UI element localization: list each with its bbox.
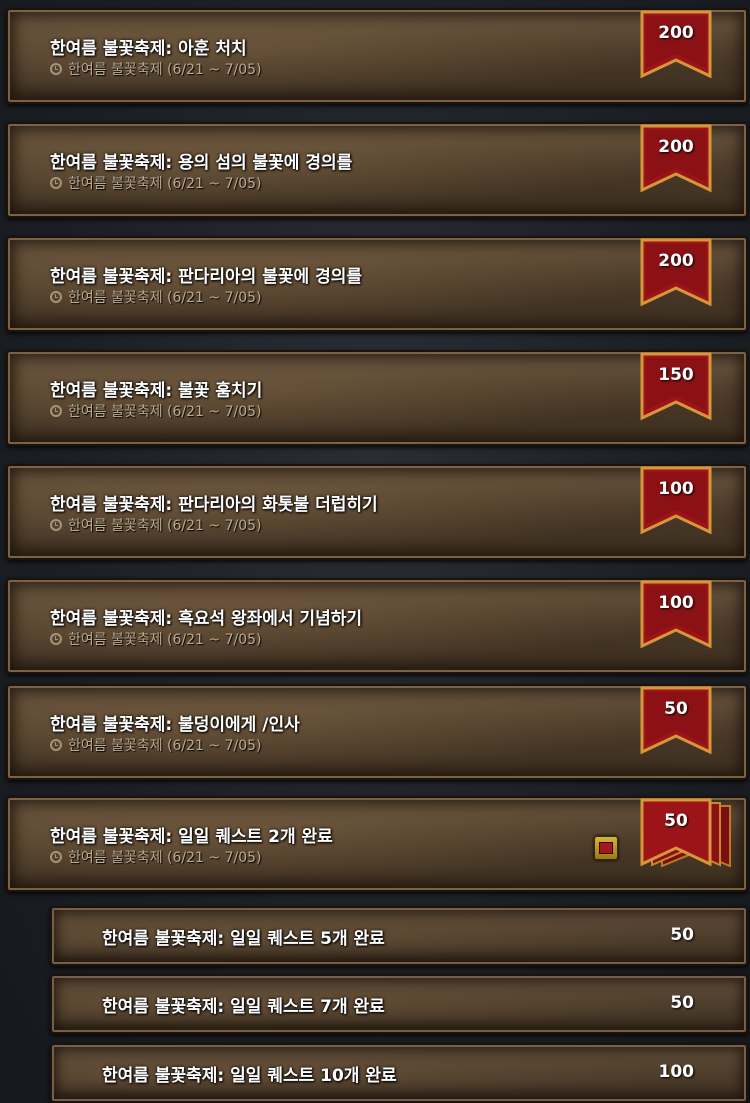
achievement-row[interactable]: 한여름 불꽃축제: 불덩이에게 /인사 한여름 불꽃축제 (6/21 ~ 7/0… [6,684,748,780]
achievement-row[interactable]: 한여름 불꽃축제: 불꽃 훔치기 한여름 불꽃축제 (6/21 ~ 7/05) … [6,350,748,446]
clock-icon [50,63,62,75]
clock-icon [50,739,62,751]
points-banner: 100 [636,578,716,650]
achievement-title: 한여름 불꽃축제: 불덩이에게 /인사 [50,715,300,735]
achievement-title: 한여름 불꽃축제: 아훈 처치 [50,39,247,59]
achievement-row[interactable]: 한여름 불꽃축제: 용의 섬의 불꽃에 경의를 한여름 불꽃축제 (6/21 ~… [6,122,748,218]
points-value: 200 [658,137,694,157]
achievement-row[interactable]: 한여름 불꽃축제: 판다리아의 화톳불 더럽히기 한여름 불꽃축제 (6/21 … [6,464,748,560]
banner-icon [640,466,712,535]
achievement-date: 한여름 불꽃축제 (6/21 ~ 7/05) [50,848,262,866]
points-value: 200 [658,23,694,43]
clock-icon [50,177,62,189]
achievement-date: 한여름 불꽃축제 (6/21 ~ 7/05) [50,630,262,648]
banner-icon [640,798,731,868]
sub-achievement-row[interactable]: 한여름 불꽃축제: 일일 퀘스트 7개 완료 50 [50,974,748,1034]
achievement-date-text: 한여름 불꽃축제 (6/21 ~ 7/05) [68,518,262,534]
achievement-date-text: 한여름 불꽃축제 (6/21 ~ 7/05) [68,404,262,420]
achievement-date: 한여름 불꽃축제 (6/21 ~ 7/05) [50,174,262,192]
points-value: 150 [658,365,694,385]
clock-icon [50,291,62,303]
banner-icon [640,10,712,79]
achievement-date-text: 한여름 불꽃축제 (6/21 ~ 7/05) [68,738,262,754]
achievement-date: 한여름 불꽃축제 (6/21 ~ 7/05) [50,736,262,754]
clock-icon [50,405,62,417]
achievement-date-text: 한여름 불꽃축제 (6/21 ~ 7/05) [68,632,262,648]
tracking-checkbox-icon[interactable] [594,836,618,860]
sub-achievement-points: 50 [670,925,694,945]
sub-achievement-row[interactable]: 한여름 불꽃축제: 일일 퀘스트 10개 완료 100 [50,1043,748,1103]
achievement-date: 한여름 불꽃축제 (6/21 ~ 7/05) [50,60,262,78]
sub-achievement-points: 50 [670,993,694,1013]
achievement-date: 한여름 불꽃축제 (6/21 ~ 7/05) [50,516,262,534]
achievement-row[interactable]: 한여름 불꽃축제: 판다리아의 불꽃에 경의를 한여름 불꽃축제 (6/21 ~… [6,236,748,332]
achievement-title: 한여름 불꽃축제: 판다리아의 화톳불 더럽히기 [50,495,378,515]
achievement-row[interactable]: 한여름 불꽃축제: 아훈 처치 한여름 불꽃축제 (6/21 ~ 7/05) 2… [6,8,748,104]
achievement-date-text: 한여름 불꽃축제 (6/21 ~ 7/05) [68,290,262,306]
points-banner: 200 [636,122,716,194]
sub-achievement-title: 한여름 불꽃축제: 일일 퀘스트 10개 완료 [102,1066,397,1086]
points-value: 50 [664,699,688,719]
achievement-date: 한여름 불꽃축제 (6/21 ~ 7/05) [50,288,262,306]
points-value: 200 [658,251,694,271]
achievement-row-expanded[interactable]: 한여름 불꽃축제: 일일 퀘스트 2개 완료 한여름 불꽃축제 (6/21 ~ … [6,796,748,892]
sub-achievement-title: 한여름 불꽃축제: 일일 퀘스트 7개 완료 [102,997,385,1017]
banner-icon [640,352,712,421]
points-banner: 100 [636,464,716,536]
points-value: 100 [658,593,694,613]
points-value: 50 [664,811,688,831]
achievement-date-text: 한여름 불꽃축제 (6/21 ~ 7/05) [68,850,262,866]
achievement-title: 한여름 불꽃축제: 용의 섬의 불꽃에 경의를 [50,153,353,173]
achievement-date-text: 한여름 불꽃축제 (6/21 ~ 7/05) [68,62,262,78]
points-banner-stacked: 50 [636,796,731,868]
achievement-title: 한여름 불꽃축제: 불꽃 훔치기 [50,381,263,401]
banner-icon [640,580,712,649]
sub-achievement-row[interactable]: 한여름 불꽃축제: 일일 퀘스트 5개 완료 50 [50,906,748,966]
sub-achievement-title: 한여름 불꽃축제: 일일 퀘스트 5개 완료 [102,929,385,949]
sub-achievement-points: 100 [658,1062,695,1082]
achievement-title: 한여름 불꽃축제: 흑요석 왕좌에서 기념하기 [50,609,362,629]
banner-icon [640,238,712,307]
achievement-date-text: 한여름 불꽃축제 (6/21 ~ 7/05) [68,176,262,192]
clock-icon [50,633,62,645]
points-banner: 200 [636,8,716,80]
clock-icon [50,519,62,531]
achievement-date: 한여름 불꽃축제 (6/21 ~ 7/05) [50,402,262,420]
banner-icon [640,686,712,755]
achievement-title: 한여름 불꽃축제: 일일 퀘스트 2개 완료 [50,827,333,847]
achievement-row[interactable]: 한여름 불꽃축제: 흑요석 왕좌에서 기념하기 한여름 불꽃축제 (6/21 ~… [6,578,748,674]
achievement-title: 한여름 불꽃축제: 판다리아의 불꽃에 경의를 [50,267,362,287]
points-banner: 200 [636,236,716,308]
points-banner: 50 [636,684,716,756]
points-banner: 150 [636,350,716,422]
banner-icon [640,124,712,193]
clock-icon [50,851,62,863]
points-value: 100 [658,479,694,499]
